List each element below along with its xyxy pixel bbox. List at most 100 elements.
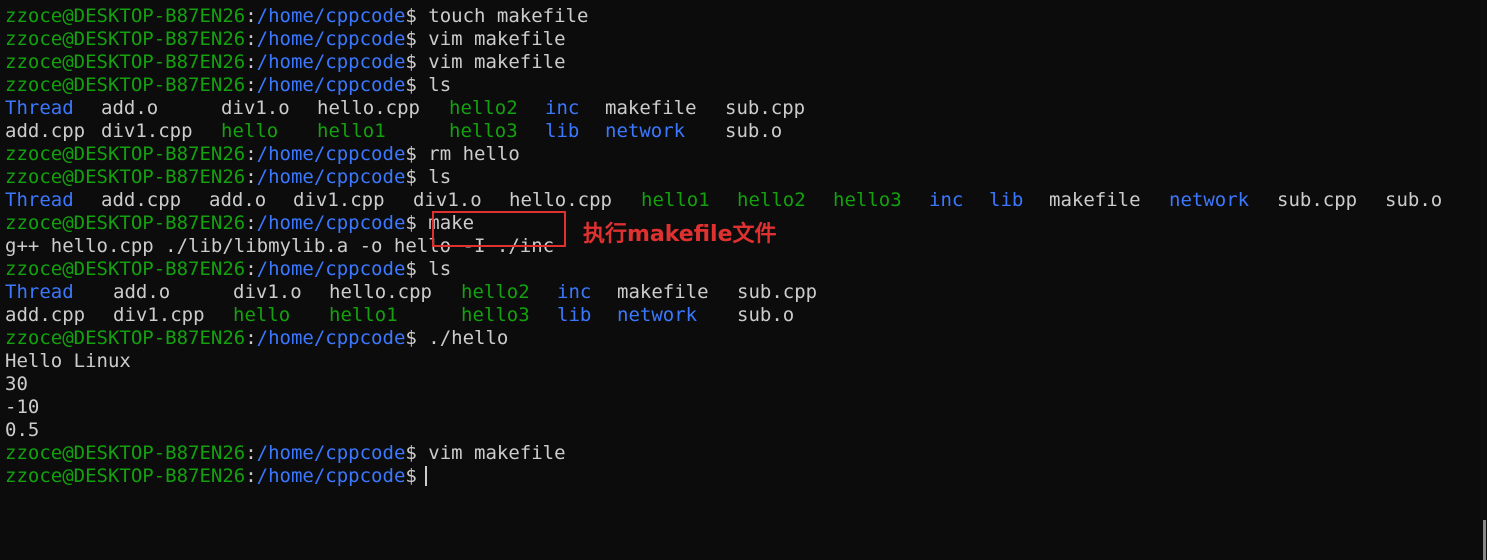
ls-entry-executable: hello3 <box>461 304 530 326</box>
ls-entry-file: sub.cpp <box>725 97 806 119</box>
prompt-path: /home/cppcode <box>256 74 406 96</box>
prompt-path: /home/cppcode <box>256 166 406 188</box>
ls-entry-file: div1.cpp <box>113 304 205 326</box>
ls-entry-file: add.o <box>113 281 171 303</box>
ls-entry-executable: hello2 <box>737 189 806 211</box>
ls-entry-file: div1.cpp <box>101 120 193 142</box>
ls-entry-file: sub.o <box>737 304 795 326</box>
ls-entry-file: add.cpp <box>5 304 86 326</box>
ls-entry-executable: hello1 <box>329 304 398 326</box>
ls-entry-directory: network <box>617 304 698 326</box>
annotation-highlight-box <box>432 211 566 247</box>
text-cursor[interactable] <box>424 466 427 486</box>
ls-output-row: add.cpp div1.cpp hello hello1 hello3 lib netwo… <box>5 120 1487 143</box>
ls-output-row: Thread add.cpp add.o div1.cpp div1.o hello.cp… <box>5 189 1487 212</box>
prompt-separator: : <box>245 51 257 73</box>
terminal-line: zzoce@DESKTOP-B87EN26:/home/cppcode$ ls <box>5 258 1487 281</box>
program-output-line: 30 <box>5 373 28 395</box>
ls-entry-directory: network <box>1169 189 1250 211</box>
terminal-line: zzoce@DESKTOP-B87EN26:/home/cppcode$ ./h… <box>5 327 1487 350</box>
ls-entry-file: div1.o <box>221 97 290 119</box>
ls-entry-directory: inc <box>557 281 592 303</box>
prompt-path: /home/cppcode <box>256 51 406 73</box>
ls-entry-directory: Thread <box>5 189 74 211</box>
ls-entry-file: div1.o <box>233 281 302 303</box>
ls-entry-executable: hello1 <box>641 189 710 211</box>
prompt-separator: : <box>245 5 257 27</box>
terminal-line: zzoce@DESKTOP-B87EN26:/home/cppcode$ tou… <box>5 5 1487 28</box>
ls-entry-directory: inc <box>929 189 964 211</box>
ls-output-row: add.cpp div1.cpp hello hello1 hello3 lib netwo… <box>5 304 1487 327</box>
prompt-path: /home/cppcode <box>256 212 406 234</box>
prompt-symbol: $ <box>405 212 417 234</box>
prompt-path: /home/cppcode <box>256 465 406 487</box>
ls-entry-executable: hello2 <box>461 281 530 303</box>
prompt-path: /home/cppcode <box>256 258 406 280</box>
annotation-label: 执行makefile文件 <box>583 222 777 247</box>
current-prompt-line[interactable]: zzoce@DESKTOP-B87EN26:/home/cppcode$ <box>5 465 1487 488</box>
terminal-window[interactable]: zzoce@DESKTOP-B87EN26:/home/cppcode$ tou… <box>0 0 1487 560</box>
ls-entry-file: add.o <box>101 97 159 119</box>
ls-entry-file: add.cpp <box>5 120 86 142</box>
command-text: ls <box>416 258 452 280</box>
terminal-line: zzoce@DESKTOP-B87EN26:/home/cppcode$ ls <box>5 166 1487 189</box>
terminal-line: zzoce@DESKTOP-B87EN26:/home/cppcode$ rm … <box>5 143 1487 166</box>
ls-entry-file: sub.o <box>725 120 783 142</box>
prompt-path: /home/cppcode <box>256 442 406 464</box>
program-output-line: 0.5 <box>5 419 40 441</box>
command-text: ls <box>416 166 452 188</box>
prompt-symbol: $ <box>405 258 417 280</box>
prompt-user: zzoce@DESKTOP-B87EN26 <box>5 166 246 188</box>
ls-entry-file: add.cpp <box>101 189 182 211</box>
prompt-path: /home/cppcode <box>256 143 406 165</box>
ls-entry-directory: lib <box>989 189 1024 211</box>
prompt-user: zzoce@DESKTOP-B87EN26 <box>5 212 246 234</box>
prompt-symbol: $ <box>405 51 417 73</box>
prompt-separator: : <box>245 258 257 280</box>
prompt-path: /home/cppcode <box>256 327 406 349</box>
terminal-line: zzoce@DESKTOP-B87EN26:/home/cppcode$ vim… <box>5 51 1487 74</box>
command-text: rm hello <box>416 143 520 165</box>
ls-output-row: Thread add.o div1.o hello.cpp hello2 inc makef… <box>5 97 1487 120</box>
prompt-symbol: $ <box>405 28 417 50</box>
prompt-symbol: $ <box>405 442 417 464</box>
prompt-symbol: $ <box>405 465 417 487</box>
ls-entry-executable: hello3 <box>449 120 518 142</box>
ls-entry-directory: inc <box>545 97 580 119</box>
ls-output-row: Thread add.o div1.o hello.cpp hello2 inc makef… <box>5 281 1487 304</box>
ls-entry-file: hello.cpp <box>317 97 420 119</box>
prompt-user: zzoce@DESKTOP-B87EN26 <box>5 143 246 165</box>
prompt-separator: : <box>245 74 257 96</box>
prompt-symbol: $ <box>405 5 417 27</box>
terminal-line: zzoce@DESKTOP-B87EN26:/home/cppcode$ ls <box>5 74 1487 97</box>
prompt-user: zzoce@DESKTOP-B87EN26 <box>5 442 246 464</box>
ls-entry-executable: hello2 <box>449 97 518 119</box>
command-text: vim makefile <box>416 51 566 73</box>
prompt-separator: : <box>245 327 257 349</box>
ls-entry-file: hello.cpp <box>509 189 612 211</box>
command-text: ls <box>416 74 452 96</box>
ls-entry-file: sub.o <box>1385 189 1443 211</box>
ls-entry-directory: Thread <box>5 281 74 303</box>
scrollbar-track[interactable] <box>1477 0 1487 560</box>
ls-entry-file: makefile <box>1049 189 1141 211</box>
command-text: ./hello <box>416 327 509 349</box>
ls-entry-file: hello.cpp <box>329 281 432 303</box>
terminal-line: zzoce@DESKTOP-B87EN26:/home/cppcode$ vim… <box>5 28 1487 51</box>
program-output-line: -10 <box>5 396 40 418</box>
prompt-separator: : <box>245 212 257 234</box>
prompt-user: zzoce@DESKTOP-B87EN26 <box>5 258 246 280</box>
prompt-path: /home/cppcode <box>256 28 406 50</box>
program-output-line: Hello Linux <box>5 350 131 372</box>
ls-entry-directory: lib <box>557 304 592 326</box>
ls-entry-executable: hello1 <box>317 120 386 142</box>
scrollbar-thumb[interactable] <box>1483 520 1486 560</box>
terminal-line: zzoce@DESKTOP-B87EN26:/home/cppcode$ vim… <box>5 442 1487 465</box>
prompt-user: zzoce@DESKTOP-B87EN26 <box>5 51 246 73</box>
prompt-separator: : <box>245 28 257 50</box>
prompt-symbol: $ <box>405 74 417 96</box>
prompt-user: zzoce@DESKTOP-B87EN26 <box>5 74 246 96</box>
ls-entry-file: add.o <box>209 189 267 211</box>
ls-entry-file: div1.cpp <box>293 189 385 211</box>
ls-entry-directory: network <box>605 120 686 142</box>
